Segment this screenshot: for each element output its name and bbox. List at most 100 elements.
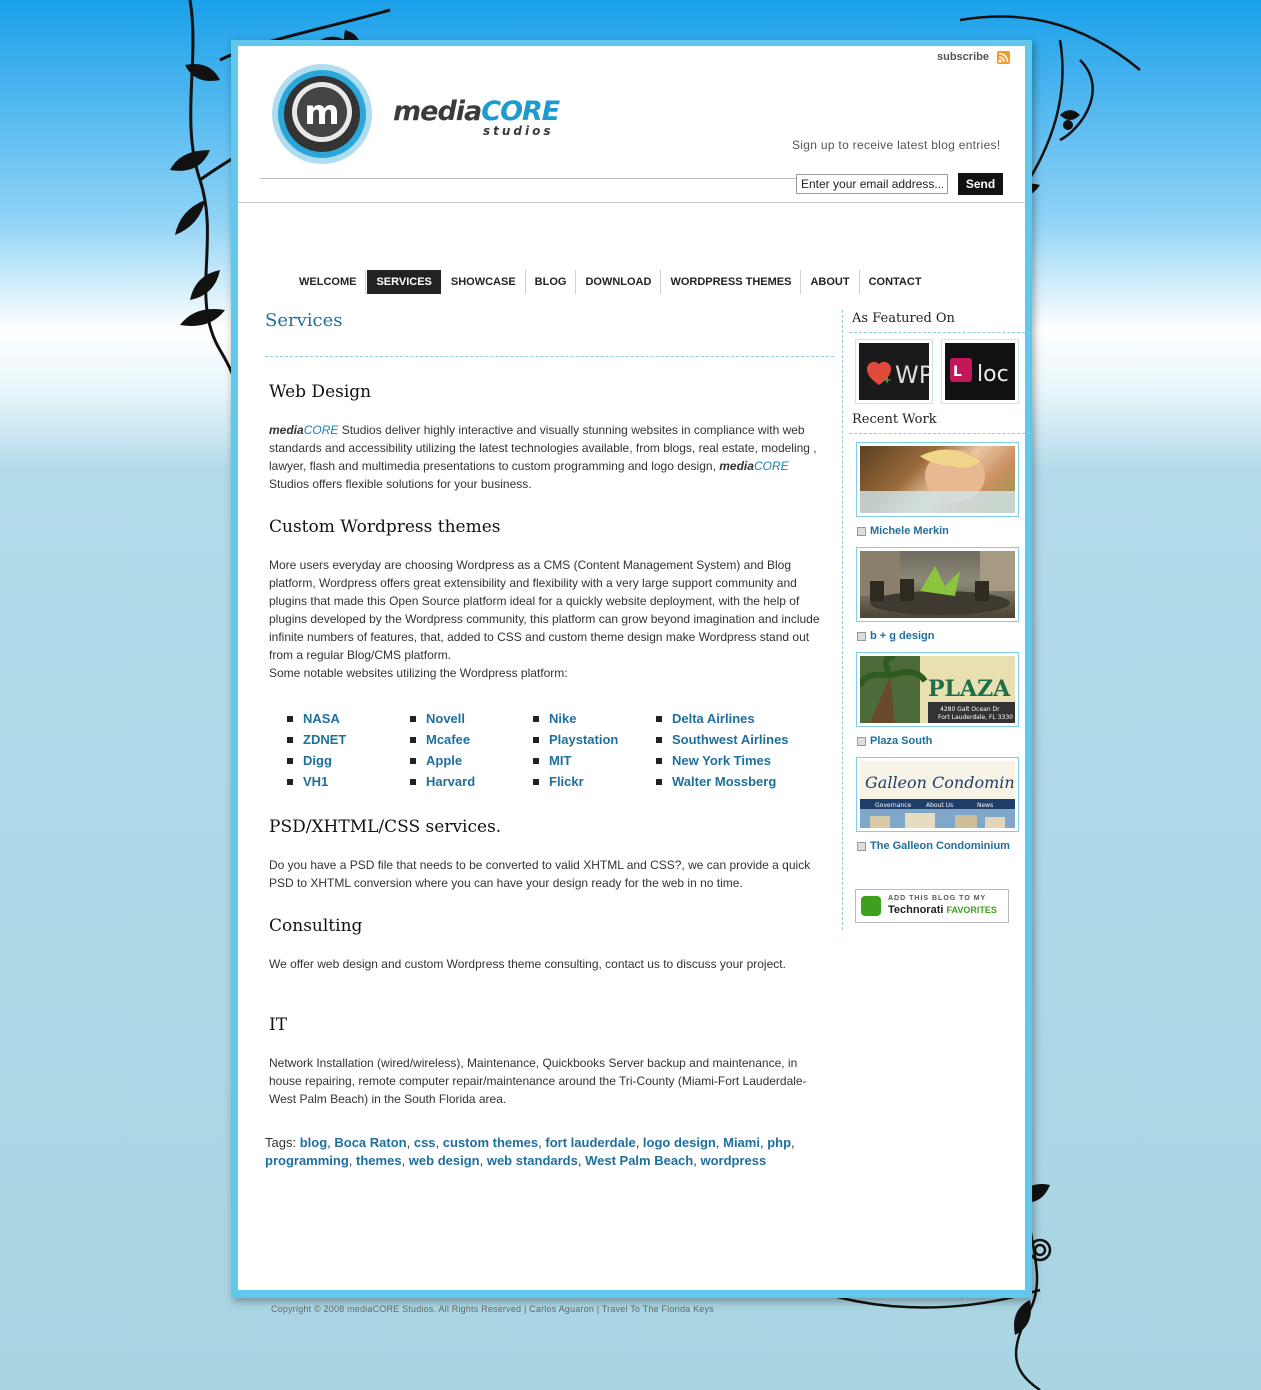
tag-link[interactable]: blog (300, 1135, 327, 1150)
nav-showcase[interactable]: SHOWCASE (442, 270, 526, 294)
rss-icon[interactable] (997, 51, 1010, 64)
section-text: Network Installation (wired/wireless), M… (269, 1056, 807, 1106)
tag-link[interactable]: web standards (487, 1153, 578, 1168)
site-link[interactable]: Playstation (533, 731, 656, 749)
page-title: Services (265, 310, 343, 331)
sidebar-divider (842, 310, 843, 930)
logo-wordmark[interactable]: mediaCORE (393, 96, 560, 127)
section-wordpress: Custom Wordpress themes More users every… (269, 517, 829, 682)
site-link[interactable]: Harvard (410, 773, 533, 791)
svg-text:L: L (953, 364, 962, 380)
tag-link[interactable]: css (414, 1135, 436, 1150)
site-link[interactable]: Nike (533, 710, 656, 728)
section-consulting: Consulting We offer web design and custo… (269, 916, 829, 973)
technorati-favorites-button[interactable]: ADD THIS BLOG TO MY Technorati FAVORITES (855, 889, 1009, 923)
site-link[interactable]: Delta Airlines (656, 710, 806, 728)
site-link[interactable]: Novell (410, 710, 533, 728)
header-bottom-divider (238, 202, 1025, 203)
site-link[interactable]: MIT (533, 752, 656, 770)
svg-text:PLAZA: PLAZA (928, 676, 1011, 702)
work-thumb-plaza-south[interactable]: PLAZA 4280 Galt Ocean Dr Fort Lauderdale… (856, 652, 1019, 727)
site-link[interactable]: New York Times (656, 752, 806, 770)
tag-link[interactable]: fort lauderdale (545, 1135, 635, 1150)
site-link[interactable]: Mcafee (410, 731, 533, 749)
work-thumb-michele[interactable] (856, 442, 1019, 517)
tag-link[interactable]: West Palm Beach (585, 1153, 693, 1168)
notable-sites-list: NASA Novell Nike Delta Airlines ZDNET Mc… (287, 710, 827, 791)
work-link[interactable]: Plaza South (857, 735, 932, 747)
section-psd: PSD/XHTML/CSS services. Do you have a PS… (269, 817, 829, 892)
tag-link[interactable]: Boca Raton (334, 1135, 406, 1150)
section-text: More users everyday are choosing Wordpre… (269, 558, 820, 662)
tag-link[interactable]: themes (356, 1153, 402, 1168)
send-button[interactable]: Send (958, 173, 1003, 195)
site-link[interactable]: Digg (287, 752, 410, 770)
subscribe-link[interactable]: subscribe (937, 51, 989, 63)
tag-link[interactable]: programming (265, 1153, 349, 1168)
svg-text:loc: loc (977, 362, 1009, 387)
svg-text:About Us: About Us (926, 802, 953, 809)
work-thumb-galleon[interactable]: Galleon Condominium Governance About Us … (856, 757, 1019, 832)
section-text: Some notable websites utilizing the Word… (269, 666, 568, 680)
site-link[interactable]: ZDNET (287, 731, 410, 749)
section-heading: Custom Wordpress themes (269, 517, 501, 537)
nav-about[interactable]: ABOUT (801, 270, 860, 294)
site-link[interactable]: Walter Mossberg (656, 773, 806, 791)
technorati-icon (861, 896, 881, 916)
svg-text:News: News (977, 802, 993, 809)
featured-divider (849, 332, 1030, 333)
section-heading: PSD/XHTML/CSS services. (269, 817, 502, 837)
site-link[interactable]: Apple (410, 752, 533, 770)
featured-loc-badge[interactable]: L loc (941, 339, 1019, 404)
tags-list: Tags: blog, Boca Raton, css, custom them… (265, 1135, 795, 1168)
site-link[interactable]: NASA (287, 710, 410, 728)
work-link[interactable]: The Galleon Condominium (857, 840, 1010, 852)
svg-text:Governance: Governance (875, 802, 912, 809)
svg-text:WP: WP (895, 361, 929, 389)
featured-title: As Featured On (852, 311, 955, 326)
work-link[interactable]: b + g design (857, 630, 934, 642)
bullet-icon (857, 631, 866, 641)
work-link[interactable]: Michele Merkin (857, 525, 949, 537)
logo-badge[interactable]: m (270, 62, 376, 166)
section-text: mediaCORE Studios deliver highly interac… (269, 423, 817, 491)
nav-download[interactable]: DOWNLOAD (576, 270, 662, 294)
tag-link[interactable]: php (767, 1135, 791, 1150)
tag-link[interactable]: wordpress (700, 1153, 766, 1168)
bullet-icon (857, 841, 866, 851)
email-field[interactable] (796, 174, 948, 194)
main-nav: WELCOME SERVICES SHOWCASE BLOG DOWNLOAD … (290, 270, 931, 294)
nav-welcome[interactable]: WELCOME (290, 270, 367, 294)
featured-wp-badge[interactable]: + WP (855, 339, 933, 404)
recent-work-title: Recent Work (852, 412, 937, 427)
signup-text: Sign up to receive latest blog entries! (792, 138, 1001, 152)
footer-copyright: Copyright © 2008 mediaCORE Studios. All … (271, 1304, 714, 1314)
svg-text:Galleon Condominium: Galleon Condominium (865, 773, 1015, 792)
technorati-caption: ADD THIS BLOG TO MY (888, 895, 987, 902)
logo-subtitle: studios (483, 124, 554, 138)
tag-link[interactable]: custom themes (443, 1135, 538, 1150)
nav-contact[interactable]: CONTACT (860, 270, 931, 294)
tag-link[interactable]: web design (409, 1153, 480, 1168)
site-link[interactable]: Flickr (533, 773, 656, 791)
title-divider (265, 356, 834, 357)
bullet-icon (857, 736, 866, 746)
tags-label: Tags: (265, 1135, 297, 1150)
work-thumb-bg-design[interactable] (856, 547, 1019, 622)
site-link[interactable]: Southwest Airlines (656, 731, 806, 749)
bullet-icon (857, 526, 866, 536)
brand-name: mediaCORE (719, 459, 789, 473)
nav-blog[interactable]: BLOG (526, 270, 577, 294)
tag-link[interactable]: logo design (643, 1135, 716, 1150)
nav-services[interactable]: SERVICES (367, 270, 441, 294)
tag-link[interactable]: Miami (723, 1135, 760, 1150)
nav-wordpress-themes[interactable]: WORDPRESS THEMES (661, 270, 802, 294)
technorati-label: Technorati FAVORITES (888, 904, 997, 916)
section-heading: Web Design (269, 382, 372, 402)
section-heading: Consulting (269, 916, 363, 936)
section-web-design: Web Design mediaCORE Studios deliver hig… (269, 382, 829, 493)
svg-text:4280 Galt Ocean Dr: 4280 Galt Ocean Dr (940, 706, 1000, 713)
site-link[interactable]: VH1 (287, 773, 410, 791)
svg-text:+: + (883, 375, 891, 386)
svg-text:m: m (304, 93, 339, 133)
